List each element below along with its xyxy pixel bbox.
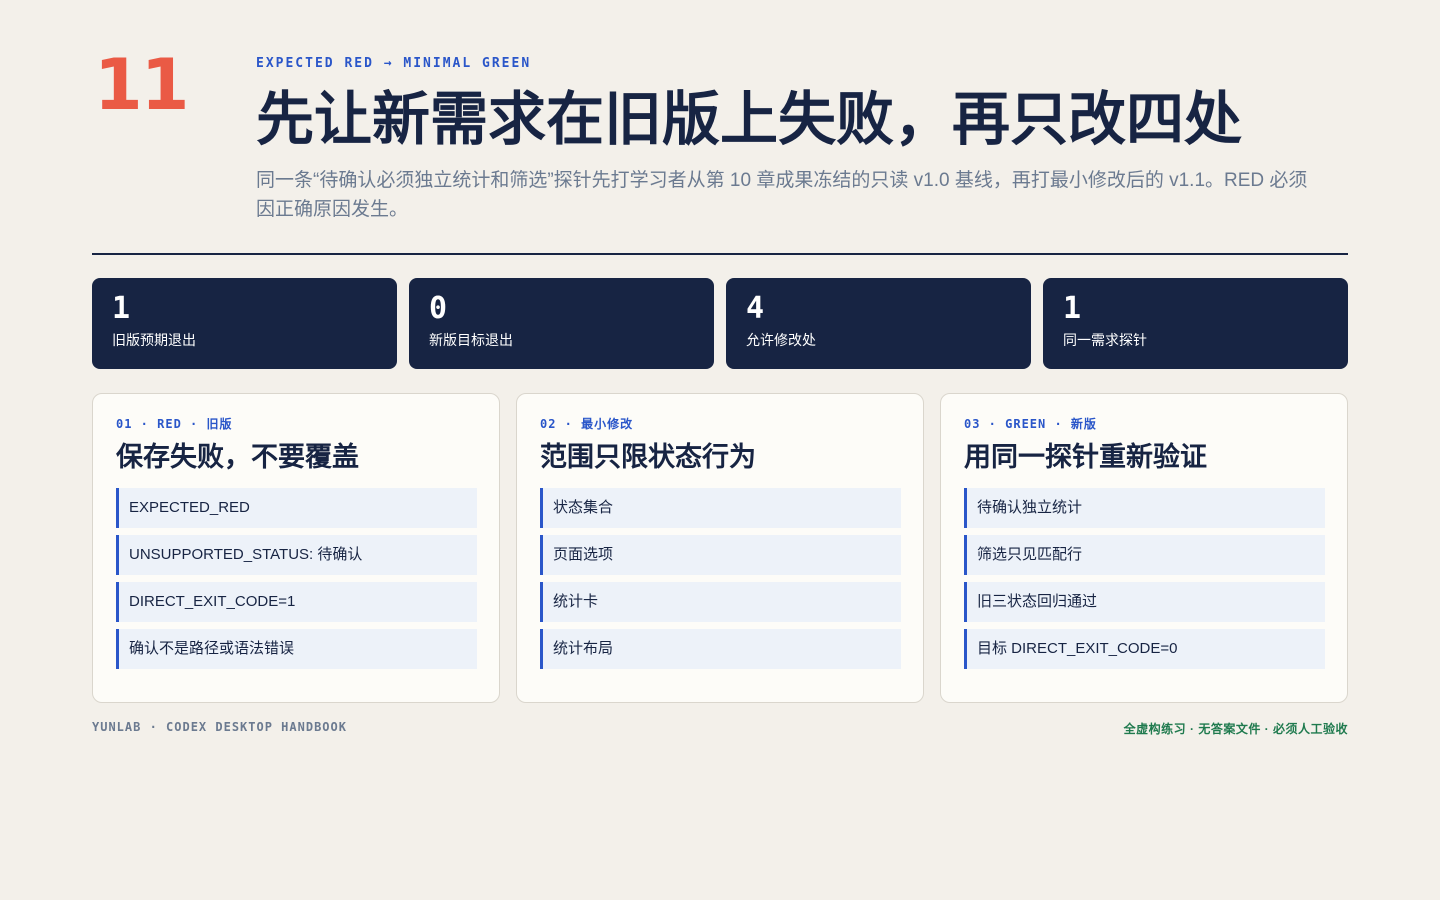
card-item: 确认不是路径或语法错误: [116, 629, 477, 669]
eyebrow-label: EXPECTED RED → MINIMAL GREEN: [256, 56, 532, 71]
footer-brand: YUNLAB · CODEX DESKTOP HANDBOOK: [92, 720, 347, 734]
page-title: 先让新需求在旧版上失败，再只改四处: [256, 85, 1243, 153]
card-item: DIRECT_EXIT_CODE=1: [116, 582, 477, 622]
stat-label: 新版目标退出: [429, 332, 513, 348]
page-subtitle: 同一条“待确认必须独立统计和筛选”探针先打学习者从第 10 章成果冻结的只读 v…: [256, 170, 1308, 220]
card-item: 旧三状态回归通过: [964, 582, 1325, 622]
stat-label: 旧版预期退出: [112, 332, 196, 348]
card-item: 状态集合: [540, 488, 901, 528]
card-minimal-change: 02 · 最小修改 范围只限状态行为 状态集合 页面选项 统计卡 统计布局: [516, 393, 924, 703]
card-title: 范围只限状态行为: [540, 442, 756, 473]
stat-label: 允许修改处: [746, 332, 816, 348]
card-item: 待确认独立统计: [964, 488, 1325, 528]
stat-value: 1: [112, 291, 131, 326]
header-divider: [92, 253, 1348, 255]
card-item: 统计布局: [540, 629, 901, 669]
stat-value: 1: [1063, 291, 1082, 326]
card-tag: 02 · 最小修改: [540, 417, 634, 431]
stats-row: 1 旧版预期退出 0 新版目标退出 4 允许修改处 1 同一需求探针: [92, 278, 1348, 369]
step-cards: 01 · RED · 旧版 保存失败，不要覆盖 EXPECTED_RED UNS…: [92, 393, 1348, 703]
card-title: 保存失败，不要覆盖: [116, 442, 359, 473]
card-title: 用同一探针重新验证: [964, 442, 1207, 473]
card-red: 01 · RED · 旧版 保存失败，不要覆盖 EXPECTED_RED UNS…: [92, 393, 500, 703]
stat-card-old-exit: 1 旧版预期退出: [92, 278, 397, 369]
card-item: 目标 DIRECT_EXIT_CODE=0: [964, 629, 1325, 669]
footer-notes: 全虚构练习 · 无答案文件 · 必须人工验收: [1123, 722, 1348, 736]
card-item: 页面选项: [540, 535, 901, 575]
stat-value: 0: [429, 291, 448, 326]
card-tag: 01 · RED · 旧版: [116, 417, 233, 431]
card-item: UNSUPPORTED_STATUS: 待确认: [116, 535, 477, 575]
card-tag: 03 · GREEN · 新版: [964, 417, 1097, 431]
card-item: 筛选只见匹配行: [964, 535, 1325, 575]
card-green: 03 · GREEN · 新版 用同一探针重新验证 待确认独立统计 筛选只见匹配…: [940, 393, 1348, 703]
stat-label: 同一需求探针: [1063, 332, 1147, 348]
stat-card-probe: 1 同一需求探针: [1043, 278, 1348, 369]
stat-card-new-exit: 0 新版目标退出: [409, 278, 714, 369]
card-item: 统计卡: [540, 582, 901, 622]
card-item: EXPECTED_RED: [116, 488, 477, 528]
stat-value: 4: [746, 291, 765, 326]
chapter-number: 11: [94, 44, 189, 126]
slide-page: 11 EXPECTED RED → MINIMAL GREEN 先让新需求在旧版…: [0, 0, 1440, 900]
stat-card-allowed-changes: 4 允许修改处: [726, 278, 1031, 369]
